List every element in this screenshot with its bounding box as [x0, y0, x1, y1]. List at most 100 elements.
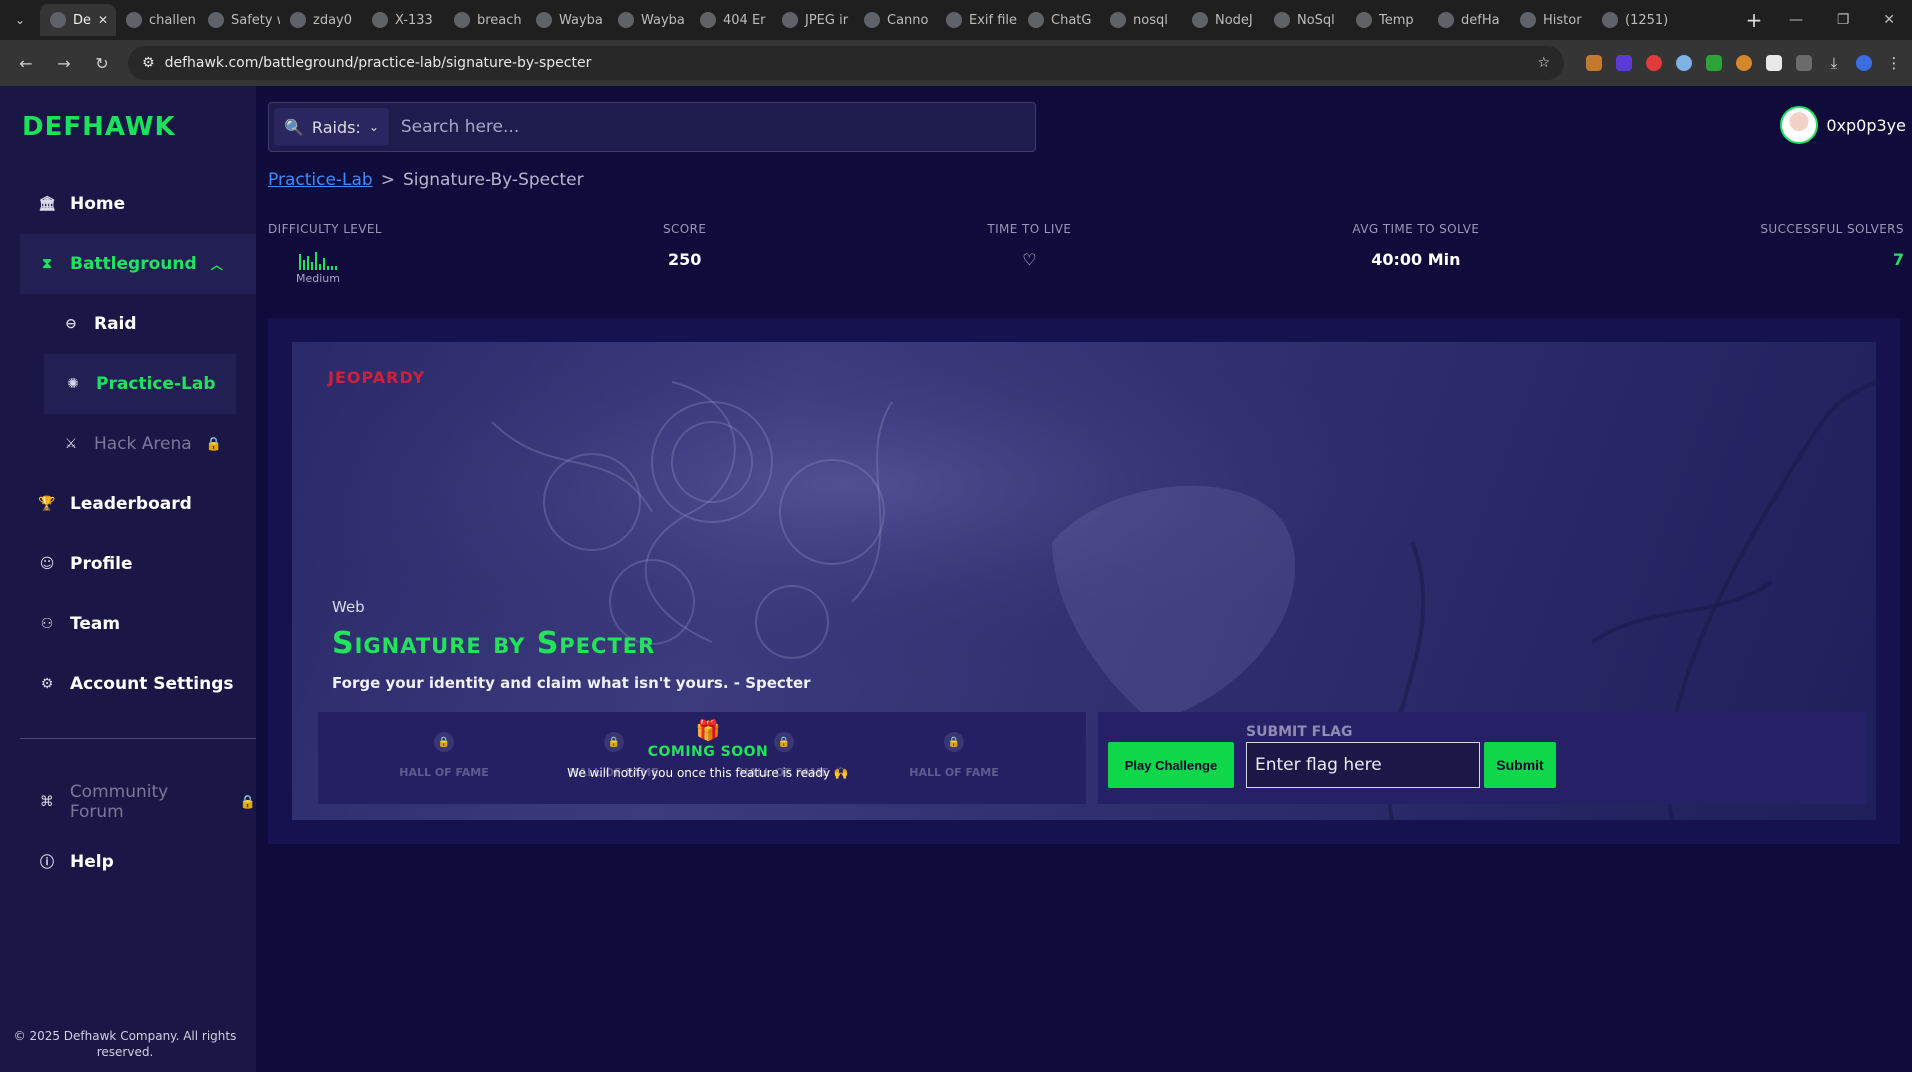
- sidebar-item-label: Help: [70, 852, 114, 872]
- breadcrumb-current: Signature-By-Specter: [402, 170, 584, 190]
- hall-of-fame-label: HALL OF FAME: [399, 766, 489, 779]
- play-challenge-button[interactable]: Play Challenge: [1108, 742, 1234, 788]
- sidebar-item-community-forum[interactable]: ⌘ Community Forum 🔒: [20, 772, 256, 832]
- browser-tab[interactable]: ChatG: [1018, 4, 1100, 36]
- browser-tab[interactable]: NoSql: [1264, 4, 1346, 36]
- sidebar-item-team[interactable]: ⚇ Team: [20, 594, 256, 654]
- profile-icon: ☺: [39, 556, 55, 572]
- heart-icon: ♡: [1022, 250, 1037, 269]
- sidebar-item-practice-lab[interactable]: ✺ Practice-Lab: [44, 354, 236, 414]
- profile-avatar-icon[interactable]: [1856, 55, 1872, 71]
- browser-tab[interactable]: challen: [116, 4, 198, 36]
- browser-tab-label: Wayba: [641, 12, 685, 28]
- sidebar-item-raid[interactable]: ⊖ Raid: [20, 294, 256, 354]
- lock-icon: 🔒: [205, 436, 222, 452]
- tab-search-button[interactable]: ⌄: [0, 0, 40, 40]
- browser-tab-label: NodeJ: [1215, 12, 1253, 28]
- browser-tab-label: nosql: [1133, 12, 1168, 28]
- site-info-icon[interactable]: ⚙: [142, 55, 155, 71]
- browser-tab-label: Temp: [1379, 12, 1414, 28]
- breadcrumb-separator: >: [380, 170, 395, 190]
- browser-tab[interactable]: Wayba: [526, 4, 608, 36]
- breadcrumb: Practice-Lab > Signature-By-Specter: [268, 170, 584, 190]
- sidebar-item-label: Leaderboard: [70, 494, 192, 514]
- favicon-icon: [208, 12, 224, 28]
- submit-flag-button[interactable]: Submit: [1484, 742, 1556, 788]
- favicon-icon: [1028, 12, 1044, 28]
- favicon-icon: [618, 12, 634, 28]
- difficulty-indicator: Medium: [296, 250, 340, 285]
- browser-tab[interactable]: JPEG ir: [772, 4, 854, 36]
- favicon-icon: [290, 12, 306, 28]
- hall-of-fame-slot: 🔒 HALL OF FAME: [374, 732, 514, 779]
- extension-icon[interactable]: [1706, 55, 1722, 71]
- stat-solvers: SUCCESSFUL SOLVERS 7: [1760, 222, 1904, 285]
- flag-input[interactable]: [1246, 742, 1480, 788]
- sidebar-item-battleground[interactable]: ⧗ Battleground ︿: [20, 234, 256, 294]
- browser-tab[interactable]: NodeJ: [1182, 4, 1264, 36]
- browser-tab[interactable]: Temp: [1346, 4, 1428, 36]
- browser-tab[interactable]: De ✕: [40, 4, 116, 36]
- extension-icon[interactable]: [1616, 55, 1632, 71]
- close-tab-icon[interactable]: ✕: [98, 13, 108, 27]
- browser-tab-label: ChatG: [1051, 12, 1092, 28]
- arrow-right-icon: →: [57, 53, 71, 73]
- sidebar-item-leaderboard[interactable]: 🏆 Leaderboard: [20, 474, 256, 534]
- sidebar-item-hack-arena[interactable]: ⚔ Hack Arena 🔒: [20, 414, 256, 474]
- hall-of-fame-label: HALL OF FAME: [909, 766, 999, 779]
- extension-icon[interactable]: [1646, 55, 1662, 71]
- sidebar-item-help[interactable]: ⓘ Help: [20, 832, 256, 892]
- pill-icon: ⊖: [65, 316, 77, 332]
- close-window-icon[interactable]: ✕: [1883, 12, 1895, 28]
- extension-icon[interactable]: [1736, 55, 1752, 71]
- browser-tab[interactable]: Histor: [1510, 4, 1592, 36]
- browser-tab[interactable]: Exif file: [936, 4, 1018, 36]
- stat-label: TIME TO LIVE: [987, 222, 1072, 236]
- browser-tab[interactable]: Safety wan: [198, 4, 280, 36]
- logo[interactable]: DEFHAWK: [22, 112, 176, 142]
- browser-tab[interactable]: 404 Er: [690, 4, 772, 36]
- arena-icon: ⚔: [64, 436, 78, 452]
- browser-tab[interactable]: defHa: [1428, 4, 1510, 36]
- browser-tab[interactable]: zday0: [280, 4, 362, 36]
- browser-tab-label: Wayba: [559, 12, 603, 28]
- extension-icon[interactable]: [1676, 55, 1692, 71]
- atom-icon: ✺: [67, 376, 79, 392]
- restore-icon[interactable]: ❐: [1837, 12, 1850, 28]
- browser-tab-label: Exif file: [969, 12, 1018, 28]
- browser-tab[interactable]: nosql: [1100, 4, 1182, 36]
- breadcrumb-practice-lab-link[interactable]: Practice-Lab: [268, 170, 373, 190]
- sidebar-divider: [20, 738, 256, 739]
- browser-tab[interactable]: Wayba: [608, 4, 690, 36]
- favicon-icon: [1356, 12, 1372, 28]
- minimize-icon[interactable]: —: [1789, 12, 1803, 28]
- download-icon[interactable]: ⤓: [1826, 55, 1842, 71]
- browser-tab-label: zday0: [313, 12, 353, 28]
- forward-button[interactable]: →: [48, 47, 80, 79]
- sidebar-item-profile[interactable]: ☺ Profile: [20, 534, 256, 594]
- bookmark-star-icon[interactable]: ☆: [1537, 55, 1550, 71]
- user-menu[interactable]: 0xp0p3ye: [1780, 106, 1906, 144]
- browser-tab[interactable]: (1251): [1592, 4, 1674, 36]
- browser-tab[interactable]: X-133: [362, 4, 444, 36]
- gift-icon: 🎁: [695, 718, 721, 742]
- search-scope-select[interactable]: 🔍 Raids: ⌄: [274, 108, 389, 146]
- username: 0xp0p3ye: [1826, 115, 1906, 135]
- search-input[interactable]: [388, 117, 1035, 137]
- puzzle-icon[interactable]: [1796, 55, 1812, 71]
- copyright-text: © 2025 Defhawk Company. All rights reser…: [13, 1029, 237, 1059]
- extension-icon[interactable]: [1766, 55, 1782, 71]
- favicon-icon: [536, 12, 552, 28]
- browser-tab[interactable]: Canno: [854, 4, 936, 36]
- avatar[interactable]: [1780, 106, 1819, 144]
- back-button[interactable]: ←: [10, 47, 42, 79]
- page: DEFHAWK 🏛 Home ⧗ Battleground ︿ ⊖ Raid ✺…: [0, 86, 1912, 1072]
- address-bar[interactable]: ⚙ defhawk.com/battleground/practice-lab/…: [128, 46, 1564, 80]
- sidebar-item-home[interactable]: 🏛 Home: [20, 174, 256, 234]
- kebab-menu-icon[interactable]: ⋮: [1886, 55, 1902, 71]
- browser-tab[interactable]: breach: [444, 4, 526, 36]
- reload-button[interactable]: ↻: [86, 47, 118, 79]
- sidebar-item-account-settings[interactable]: ⚙ Account Settings: [20, 654, 256, 714]
- new-tab-button[interactable]: +: [1736, 8, 1772, 32]
- extension-icon[interactable]: [1586, 55, 1602, 71]
